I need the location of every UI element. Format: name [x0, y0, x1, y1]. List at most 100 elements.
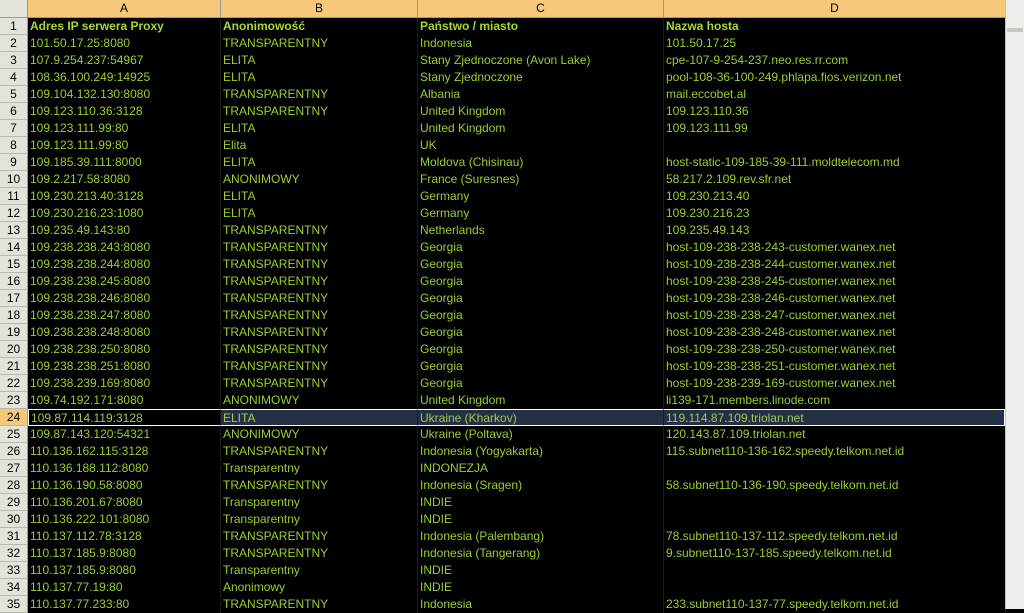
- row-number[interactable]: 4: [0, 69, 28, 86]
- header-ip[interactable]: Adres IP serwera Proxy: [28, 18, 221, 35]
- country-cell[interactable]: INDIE: [418, 511, 664, 528]
- anonymity-cell[interactable]: ELITA: [221, 154, 418, 171]
- row-number[interactable]: 11: [0, 188, 28, 205]
- country-cell[interactable]: Georgia: [418, 358, 664, 375]
- ip-cell[interactable]: 110.136.201.67:8080: [28, 494, 221, 511]
- ip-cell[interactable]: 109.230.213.40:3128: [28, 188, 221, 205]
- hostname-cell[interactable]: [664, 494, 1006, 511]
- hostname-cell[interactable]: 109.235.49.143: [664, 222, 1006, 239]
- anonymity-cell[interactable]: TRANSPARENTNY: [221, 290, 418, 307]
- hostname-cell[interactable]: 109.123.110.36: [664, 103, 1006, 120]
- row-number[interactable]: 21: [0, 358, 28, 375]
- ip-cell[interactable]: 109.185.39.111:8000: [28, 154, 221, 171]
- anonymity-cell[interactable]: TRANSPARENTNY: [221, 222, 418, 239]
- row-number[interactable]: 5: [0, 86, 28, 103]
- country-cell[interactable]: United Kingdom: [418, 120, 664, 137]
- anonymity-cell[interactable]: TRANSPARENTNY: [221, 324, 418, 341]
- country-cell[interactable]: Germany: [418, 205, 664, 222]
- country-cell[interactable]: Albania: [418, 86, 664, 103]
- country-cell[interactable]: INDIE: [418, 494, 664, 511]
- ip-cell[interactable]: 109.238.238.251:8080: [28, 358, 221, 375]
- anonymity-cell[interactable]: Transparentny: [221, 460, 418, 477]
- hostname-cell[interactable]: 119.114.87.109.triolan.net: [664, 409, 1006, 426]
- hostname-cell[interactable]: host-109-238-238-251-customer.wanex.net: [664, 358, 1006, 375]
- column-header-a[interactable]: A: [28, 0, 221, 18]
- row-number[interactable]: 34: [0, 579, 28, 596]
- row-number[interactable]: 33: [0, 562, 28, 579]
- row-number[interactable]: 29: [0, 494, 28, 511]
- row-number[interactable]: 28: [0, 477, 28, 494]
- country-cell[interactable]: Indonesia: [418, 35, 664, 52]
- ip-cell[interactable]: 110.136.190.58:8080: [28, 477, 221, 494]
- hostname-cell[interactable]: 101.50.17.25: [664, 35, 1006, 52]
- header-country[interactable]: Państwo / miasto: [418, 18, 664, 35]
- country-cell[interactable]: INDIE: [418, 579, 664, 596]
- hostname-cell[interactable]: host-109-238-238-247-customer.wanex.net: [664, 307, 1006, 324]
- hostname-cell[interactable]: pool-108-36-100-249.phlapa.fios.verizon.…: [664, 69, 1006, 86]
- ip-cell[interactable]: 110.137.77.233:80: [28, 596, 221, 613]
- hostname-cell[interactable]: 58.subnet110-136-190.speedy.telkom.net.i…: [664, 477, 1006, 494]
- country-cell[interactable]: Indonesia (Yogyakarta): [418, 443, 664, 460]
- ip-cell[interactable]: 109.87.114.119:3128: [28, 409, 221, 426]
- country-cell[interactable]: Netherlands: [418, 222, 664, 239]
- hostname-cell[interactable]: 109.123.111.99: [664, 120, 1006, 137]
- hostname-cell[interactable]: host-109-238-239-169-customer.wanex.net: [664, 375, 1006, 392]
- anonymity-cell[interactable]: TRANSPARENTNY: [221, 375, 418, 392]
- ip-cell[interactable]: 109.238.238.247:8080: [28, 307, 221, 324]
- country-cell[interactable]: INDIE: [418, 562, 664, 579]
- ip-cell[interactable]: 107.9.254.237:54967: [28, 52, 221, 69]
- row-number[interactable]: 30: [0, 511, 28, 528]
- row-number[interactable]: 1: [0, 18, 28, 35]
- ip-cell[interactable]: 109.238.238.246:8080: [28, 290, 221, 307]
- anonymity-cell[interactable]: TRANSPARENTNY: [221, 239, 418, 256]
- country-cell[interactable]: Ukraine (Poltava): [418, 426, 664, 443]
- country-cell[interactable]: Moldova (Chisinau): [418, 154, 664, 171]
- country-cell[interactable]: Georgia: [418, 324, 664, 341]
- ip-cell[interactable]: 109.123.111.99:80: [28, 120, 221, 137]
- hostname-cell[interactable]: [664, 579, 1006, 596]
- country-cell[interactable]: Ukraine (Kharkov): [418, 409, 664, 426]
- column-header-b[interactable]: B: [221, 0, 418, 18]
- hostname-cell[interactable]: host-109-238-238-250-customer.wanex.net: [664, 341, 1006, 358]
- anonymity-cell[interactable]: ELITA: [221, 69, 418, 86]
- anonymity-cell[interactable]: TRANSPARENTNY: [221, 358, 418, 375]
- hostname-cell[interactable]: 120.143.87.109.triolan.net: [664, 426, 1006, 443]
- ip-cell[interactable]: 109.238.238.243:8080: [28, 239, 221, 256]
- country-cell[interactable]: Georgia: [418, 375, 664, 392]
- ip-cell[interactable]: 110.136.162.115:3128: [28, 443, 221, 460]
- country-cell[interactable]: Indonesia (Palembang): [418, 528, 664, 545]
- hostname-cell[interactable]: host-109-238-238-248-customer.wanex.net: [664, 324, 1006, 341]
- row-number[interactable]: 20: [0, 341, 28, 358]
- anonymity-cell[interactable]: TRANSPARENTNY: [221, 443, 418, 460]
- country-cell[interactable]: Georgia: [418, 256, 664, 273]
- row-number[interactable]: 3: [0, 52, 28, 69]
- row-number[interactable]: 27: [0, 460, 28, 477]
- ip-cell[interactable]: 109.2.217.58:8080: [28, 171, 221, 188]
- row-number[interactable]: 12: [0, 205, 28, 222]
- row-number[interactable]: 32: [0, 545, 28, 562]
- row-number[interactable]: 25: [0, 426, 28, 443]
- anonymity-cell[interactable]: ANONIMOWY: [221, 392, 418, 409]
- ip-cell[interactable]: 109.123.110.36:3128: [28, 103, 221, 120]
- country-cell[interactable]: Georgia: [418, 239, 664, 256]
- ip-cell[interactable]: 109.87.143.120:54321: [28, 426, 221, 443]
- row-number[interactable]: 6: [0, 103, 28, 120]
- country-cell[interactable]: Georgia: [418, 290, 664, 307]
- hostname-cell[interactable]: [664, 460, 1006, 477]
- hostname-cell[interactable]: 115.subnet110-136-162.speedy.telkom.net.…: [664, 443, 1006, 460]
- anonymity-cell[interactable]: ANONIMOWY: [221, 171, 418, 188]
- ip-cell[interactable]: 109.230.216.23:1080: [28, 205, 221, 222]
- country-cell[interactable]: Georgia: [418, 273, 664, 290]
- country-cell[interactable]: Indonesia: [418, 596, 664, 613]
- row-number[interactable]: 31: [0, 528, 28, 545]
- ip-cell[interactable]: 109.238.238.250:8080: [28, 341, 221, 358]
- hostname-cell[interactable]: [664, 137, 1006, 154]
- hostname-cell[interactable]: mail.eccobet.al: [664, 86, 1006, 103]
- ip-cell[interactable]: 110.136.188.112:8080: [28, 460, 221, 477]
- hostname-cell[interactable]: cpe-107-9-254-237.neo.res.rr.com: [664, 52, 1006, 69]
- row-number[interactable]: 17: [0, 290, 28, 307]
- column-header-c[interactable]: C: [418, 0, 664, 18]
- country-cell[interactable]: Indonesia (Tangerang): [418, 545, 664, 562]
- country-cell[interactable]: Germany: [418, 188, 664, 205]
- ip-cell[interactable]: 109.238.239.169:8080: [28, 375, 221, 392]
